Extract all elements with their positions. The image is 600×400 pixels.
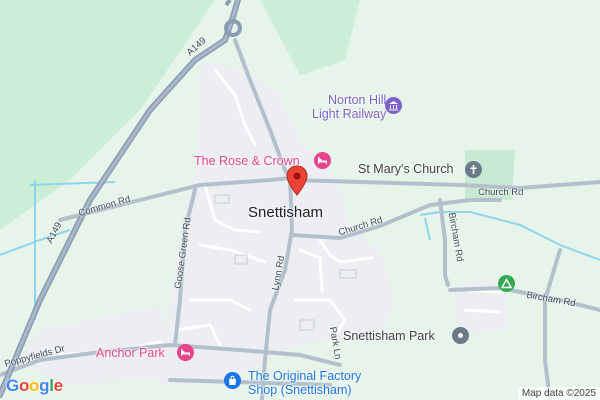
church-cross-icon[interactable] (465, 161, 482, 178)
museum-icon[interactable] (385, 97, 402, 114)
bed-icon-anchor-park[interactable] (177, 344, 194, 361)
tent-glyph (501, 278, 512, 289)
map-attribution[interactable]: Map data ©2025 (517, 387, 600, 400)
dot-glyph (458, 333, 463, 338)
poi-snettisham-park-label[interactable]: Snettisham Park (343, 329, 435, 344)
poi-anchor-park-label[interactable]: Anchor Park (96, 346, 165, 361)
poi-norton-hill-line1: Norton Hill (327, 93, 387, 107)
logo-letter-g: G (6, 376, 19, 395)
logo-letter-o1: o (18, 376, 30, 395)
map-canvas[interactable]: A149 A149 Common Rd Goose Green Rd Lynn … (0, 0, 600, 400)
bed-icon[interactable] (314, 152, 331, 169)
cross-glyph (470, 165, 477, 174)
town-label[interactable]: Snettisham (248, 204, 323, 222)
bed-glyph (318, 157, 327, 164)
bag-glyph (229, 375, 236, 385)
google-logo: Google (6, 376, 63, 396)
generic-poi-icon[interactable] (452, 327, 469, 344)
museum-glyph (389, 101, 398, 111)
red-pin-icon[interactable] (285, 165, 309, 197)
logo-letter-o2: o (29, 376, 40, 395)
poi-factory-shop-label[interactable]: The Original Factory Shop (Snettisham) (248, 369, 362, 398)
poi-norton-hill-line2: Light Railway (312, 106, 387, 121)
poi-st-marys-label[interactable]: St Mary's Church (358, 162, 453, 177)
bed-glyph-anchor-park (181, 349, 190, 356)
poi-norton-hill-label[interactable]: Norton Hill Light Railway (312, 93, 387, 122)
poi-rose-crown-label[interactable]: The Rose & Crown (194, 154, 300, 169)
road-label-church-rd-east: Church Rd (478, 187, 524, 198)
poi-factory-shop-line2: Shop (Snettisham) (248, 382, 352, 397)
logo-letter-g2: g (39, 376, 50, 395)
campsite-icon[interactable] (498, 275, 515, 292)
map-base-layer (0, 0, 600, 400)
shopping-bag-icon[interactable] (224, 372, 241, 389)
poi-factory-shop-line1: The Original Factory (248, 369, 362, 383)
logo-letter-e: e (53, 376, 63, 395)
